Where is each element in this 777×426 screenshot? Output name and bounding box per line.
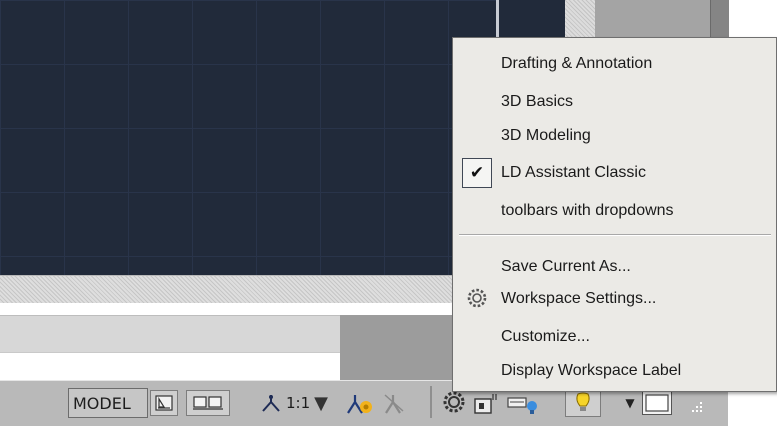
layout-icon [155, 395, 173, 411]
menu-item-drafting-annotation[interactable]: Drafting & Annotation [501, 55, 652, 73]
annotation-scale-dropdown[interactable]: 1:1 ▼ [260, 390, 340, 416]
check-icon: ✔ [462, 158, 492, 188]
menu-item-display-workspace-label[interactable]: Display Workspace Label [501, 362, 681, 380]
lock-ui-button[interactable] [472, 390, 502, 416]
isolate-objects-button[interactable] [565, 389, 601, 417]
hardware-acceleration-button[interactable] [506, 390, 540, 416]
menu-item-workspace-settings[interactable]: Workspace Settings... [501, 290, 656, 308]
checkmark-glyph: ✔ [469, 163, 485, 183]
auto-scale-icon [384, 394, 404, 414]
annotation-visibility-toggle[interactable] [345, 389, 375, 417]
lightbulb-icon [576, 392, 590, 411]
quick-view-layouts-button[interactable] [186, 390, 230, 416]
menu-item-customize[interactable]: Customize... [501, 328, 590, 346]
chevron-down-icon: ▼ [314, 392, 328, 414]
workspace-menu: Drafting & Annotation 3D Basics 3D Model… [452, 37, 777, 392]
gear-icon [465, 286, 489, 310]
hardware-acceleration-icon [507, 397, 537, 414]
resize-grip[interactable] [682, 398, 706, 416]
annotation-visibility-icon [347, 395, 372, 414]
resize-grip-icon [692, 402, 702, 412]
annotation-scale-icon [262, 395, 280, 412]
gear-icon [443, 391, 465, 413]
lock-icon [474, 394, 497, 414]
menu-item-toolbars-with-dropdowns[interactable]: toolbars with dropdowns [501, 202, 674, 220]
drawing-canvas[interactable] [0, 0, 500, 275]
clean-screen-icon [645, 394, 669, 412]
annotation-scale-value: 1:1 [286, 394, 311, 412]
menu-item-3d-basics[interactable]: 3D Basics [501, 93, 573, 111]
chevron-down-icon: ▼ [625, 396, 635, 410]
quick-view-icon [193, 396, 223, 410]
status-bar-menu-button[interactable]: ▼ [620, 390, 640, 416]
menu-item-save-current-as[interactable]: Save Current As... [501, 258, 631, 276]
auto-scale-toggle[interactable] [381, 389, 409, 417]
command-line-input[interactable] [0, 352, 340, 381]
menu-separator [459, 234, 771, 236]
menu-item-3d-modeling[interactable]: 3D Modeling [501, 127, 591, 145]
model-space-button[interactable]: MODEL [68, 388, 148, 418]
menu-item-ld-assistant-classic[interactable]: LD Assistant Classic [501, 164, 646, 182]
layout1-tab-icon[interactable] [150, 390, 178, 416]
workspace-switching-button[interactable] [440, 388, 468, 416]
status-separator [430, 386, 432, 418]
command-history-area [0, 315, 340, 352]
clean-screen-button[interactable] [642, 391, 672, 415]
